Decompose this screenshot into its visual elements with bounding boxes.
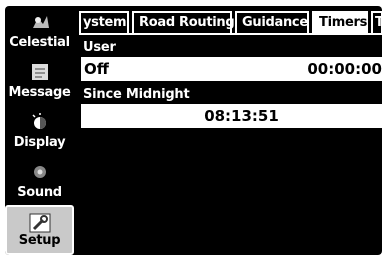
sidebar-item-sound[interactable]: Sound (5, 156, 74, 205)
tab-timers[interactable]: Timers (312, 11, 368, 34)
sidebar: Celestial Message Display Sound Setup (5, 6, 75, 255)
sidebar-item-display[interactable]: Display (5, 106, 74, 155)
user-timer-field[interactable]: Off 00:00:00 (81, 57, 382, 81)
since-midnight-value: 08:13:51 (204, 107, 279, 125)
sidebar-item-label: Display (13, 135, 66, 150)
sound-icon (34, 166, 46, 178)
tab-guidance[interactable]: Guidance (235, 11, 309, 34)
celestial-icon (33, 16, 49, 28)
sidebar-item-label: Celestial (9, 35, 70, 50)
message-icon (32, 64, 48, 80)
since-midnight-label: Since Midnight (83, 87, 190, 102)
sidebar-item-label: Sound (17, 185, 62, 200)
user-timer-mode[interactable]: Off (84, 57, 109, 81)
setup-icon (29, 213, 51, 233)
sidebar-item-label: Setup (18, 233, 61, 248)
tab-underline (79, 33, 382, 35)
user-timer-label: User (83, 40, 116, 55)
display-icon (32, 113, 46, 129)
sidebar-item-label: Message (8, 85, 71, 100)
sidebar-item-message[interactable]: Message (5, 56, 74, 105)
tab-bar: ystem Road Routing Guidance Timers T (79, 11, 382, 35)
tab-system[interactable]: ystem (79, 11, 129, 34)
user-timer-value: 00:00:00 (307, 60, 382, 78)
since-midnight-field: 08:13:51 (81, 104, 382, 128)
sidebar-item-celestial[interactable]: Celestial (5, 6, 74, 55)
sidebar-item-setup[interactable]: Setup (5, 205, 74, 255)
tab-next[interactable]: T (371, 11, 382, 34)
tab-road-routing[interactable]: Road Routing (132, 11, 235, 34)
device-screen: Celestial Message Display Sound Setup ys… (5, 6, 382, 255)
